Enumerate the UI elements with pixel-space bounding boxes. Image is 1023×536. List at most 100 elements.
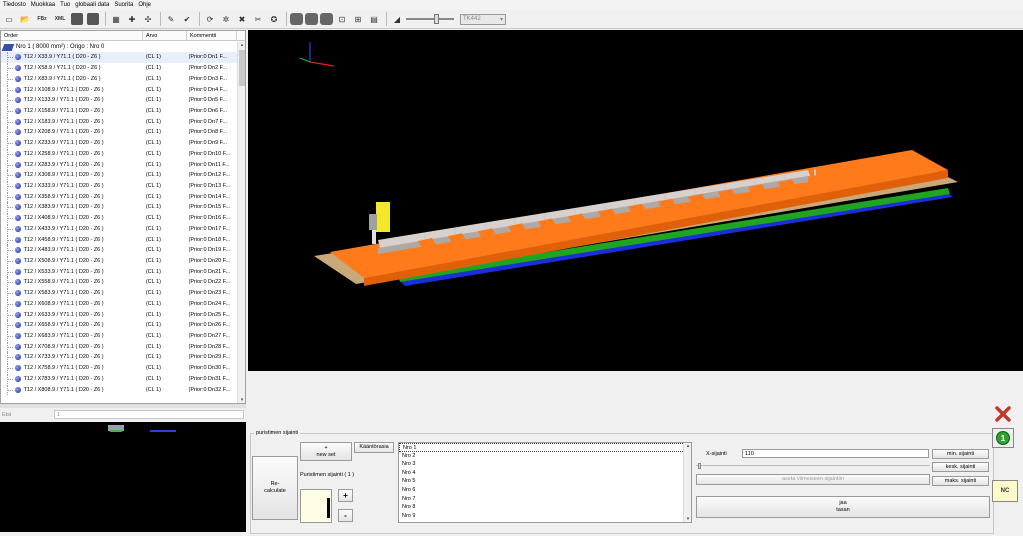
clamp-list-item[interactable]: Nro 8: [399, 503, 691, 512]
view-top-icon[interactable]: [320, 13, 333, 25]
tree-row[interactable]: T12 / X683.9 / Y71.1 ( D20 - Z6 ) (CL 1) (…: [1, 331, 237, 342]
cam-icon[interactable]: ✎: [164, 12, 178, 26]
tools-icon[interactable]: ✂: [251, 12, 265, 26]
tree-row[interactable]: T12 / X783.9 / Y71.1 ( D20 - Z6 ) (CL 1) (…: [1, 373, 237, 385]
header-order[interactable]: Order: [1, 31, 143, 40]
grid-icon[interactable]: ▦: [109, 12, 123, 26]
tree-row[interactable]: T12 / X808.9 / Y71.1 ( D20 - Z6 ) (CL 1) (…: [1, 384, 237, 395]
decrement-button[interactable]: -: [338, 509, 353, 522]
slider-knob[interactable]: [698, 463, 701, 469]
nc-export-button[interactable]: NC: [992, 480, 1018, 502]
menu-ohje[interactable]: Ohje: [138, 2, 151, 8]
tree-row[interactable]: T12 / X733.9 / Y71.1 ( D20 - Z6 ) (CL 1) (…: [1, 352, 237, 363]
view-front-icon[interactable]: [290, 13, 303, 25]
increment-button[interactable]: +: [338, 489, 353, 502]
clamp-list-item[interactable]: Nro 6: [399, 486, 691, 495]
save-as-icon[interactable]: [87, 13, 99, 25]
open-folder-icon[interactable]: 📂: [18, 12, 32, 26]
menu-suorita[interactable]: Suorita: [114, 2, 133, 8]
distribute-evenly-button[interactable]: jaa tasan: [696, 496, 990, 518]
tree-row[interactable]: T12 / X383.9 / Y71.1 ( D20 - Z6 ) (CL 1) (…: [1, 202, 237, 213]
clamp-list-item[interactable]: Nro 1: [399, 443, 691, 452]
zoom-slider[interactable]: [406, 12, 454, 26]
tree-row[interactable]: T12 / X508.9 / Y71.1 ( D20 - Z6 ) (CL 1) (…: [1, 256, 237, 267]
scroll-up-icon[interactable]: ▴: [238, 42, 245, 49]
tree-row[interactable]: T12 / X133.9 / Y71.1 ( D20 - Z6 ) (CL 1) (…: [1, 95, 237, 106]
tree-row[interactable]: T12 / X258.9 / Y71.1 ( D20 - Z6 ) (CL 1) (…: [1, 148, 237, 159]
zoom-window-icon[interactable]: ⊞: [351, 12, 365, 26]
new-set-button[interactable]: + new set: [300, 442, 352, 461]
fbz-button[interactable]: FBz: [34, 12, 50, 26]
tree-row[interactable]: T12 / X333.9 / Y71.1 ( D20 - Z6 ) (CL 1) (…: [1, 180, 237, 192]
tree-row[interactable]: T12 / X233.9 / Y71.1 ( D20 - Z6 ) (CL 1) (…: [1, 138, 237, 149]
set-last-position-button[interactable]: aseta viimeiseen sijaintiin: [696, 474, 930, 485]
clamp-list-item[interactable]: Nro 2: [399, 452, 691, 461]
clamp-list-item[interactable]: Nro 9: [399, 512, 691, 521]
tree-row[interactable]: T12 / X208.9 / Y71.1 ( D20 - Z6 ) (CL 1) (…: [1, 127, 237, 138]
tree-row[interactable]: T12 / X83.9 / Y71.1 ( D20 - Z6 ) (CL 1) (P…: [1, 73, 237, 84]
tree-row[interactable]: T12 / X483.9 / Y71.1 ( D20 - Z6 ) (CL 1) (…: [1, 245, 237, 256]
zoom-fit-icon[interactable]: ⊡: [335, 12, 349, 26]
check-icon[interactable]: ✔: [180, 12, 194, 26]
delete-icon[interactable]: ✖: [235, 12, 249, 26]
clamp-list-item[interactable]: Nro 5: [399, 477, 691, 486]
scroll-down-icon[interactable]: ▾: [238, 397, 245, 403]
clamp-list-item[interactable]: Nro 7: [399, 495, 691, 504]
scroll-up-icon[interactable]: ▴: [684, 443, 691, 449]
highlight-icon[interactable]: ✪: [267, 12, 281, 26]
status-badge[interactable]: 1: [992, 428, 1014, 448]
tree-row[interactable]: T12 / X708.9 / Y71.1 ( D20 - Z6 ) (CL 1) (…: [1, 341, 237, 352]
tree-row[interactable]: T12 / X158.9 / Y71.1 ( D20 - Z6 ) (CL 1) (…: [1, 105, 237, 117]
settings-icon[interactable]: ✲: [219, 12, 233, 26]
close-icon[interactable]: [992, 404, 1014, 424]
max-position-button[interactable]: maks. sijainti: [932, 476, 989, 486]
scroll-thumb[interactable]: [239, 50, 245, 86]
tree-row[interactable]: T12 / X658.9 / Y71.1 ( D20 - Z6 ) (CL 1) (…: [1, 320, 237, 331]
tree-row[interactable]: T12 / X33.9 / Y71.1 ( D20 - Z6 ) (CL 1) (P…: [1, 52, 237, 63]
x-position-input[interactable]: 110: [742, 449, 929, 458]
tree-row[interactable]: T12 / X358.9 / Y71.1 ( D20 - Z6 ) (CL 1) (…: [1, 191, 237, 202]
move-point-icon[interactable]: ✣: [141, 12, 155, 26]
save-icon[interactable]: [71, 13, 83, 25]
3d-view[interactable]: [248, 30, 1023, 371]
tree-root[interactable]: Nro 1 ( 8000 mm²) : Origo : Nro 0: [1, 42, 237, 52]
tree-hscroll[interactable]: [0, 404, 246, 408]
order-tree[interactable]: Order Arvo Kommentti Nro 1 ( 8000 mm²) :…: [0, 30, 246, 404]
tree-row[interactable]: T12 / X458.9 / Y71.1 ( D20 - Z6 ) (CL 1) (…: [1, 234, 237, 245]
tree-row[interactable]: T12 / X283.9 / Y71.1 ( D20 - Z6 ) (CL 1) (…: [1, 159, 237, 170]
menu-muokkaa[interactable]: Muokkaa: [31, 2, 55, 8]
add-point-icon[interactable]: ✚: [125, 12, 139, 26]
x-position-slider[interactable]: [696, 463, 930, 469]
tree-row[interactable]: T12 / X58.9 / Y71.1 ( D20 - Z6 ) (CL 1) (P…: [1, 63, 237, 74]
rotate-icon[interactable]: ⟳: [203, 12, 217, 26]
export-icon[interactable]: ▤: [367, 12, 381, 26]
menu-tiedosto[interactable]: Tiedosto: [3, 2, 26, 8]
tree-row[interactable]: T12 / X608.9 / Y71.1 ( D20 - Z6 ) (CL 1) (…: [1, 298, 237, 310]
header-arvo[interactable]: Arvo: [143, 31, 187, 40]
profile-icon[interactable]: ◢: [390, 12, 404, 26]
tree-row[interactable]: T12 / X633.9 / Y71.1 ( D20 - Z6 ) (CL 1) (…: [1, 309, 237, 320]
tree-row[interactable]: T12 / X108.9 / Y71.1 ( D20 - Z6 ) (CL 1) (…: [1, 84, 237, 95]
menu-globaali-data[interactable]: globaali data: [75, 2, 109, 8]
tree-row[interactable]: T12 / X308.9 / Y71.1 ( D20 - Z6 ) (CL 1) (…: [1, 170, 237, 181]
clamp-list-item[interactable]: Nro 4: [399, 469, 691, 478]
tree-row[interactable]: T12 / X558.9 / Y71.1 ( D20 - Z6 ) (CL 1) (…: [1, 277, 237, 288]
tree-scrollbar[interactable]: ▴ ▾: [237, 42, 245, 403]
recalculate-button[interactable]: Re- calculate: [252, 456, 298, 520]
tree-row[interactable]: T12 / X408.9 / Y71.1 ( D20 - Z6 ) (CL 1) (…: [1, 213, 237, 224]
machine-select[interactable]: TK442 ▾: [460, 13, 506, 25]
clamp-list[interactable]: Nro 1 Nro 2 Nro 3 Nro 4 Nro 5 Nro 6 Nro 7 Nro 8…: [398, 442, 692, 523]
tree-row[interactable]: T12 / X533.9 / Y71.1 ( D20 - Z6 ) (CL 1) (…: [1, 266, 237, 277]
new-file-icon[interactable]: ▭: [2, 12, 16, 26]
tree-row[interactable]: T12 / X583.9 / Y71.1 ( D20 - Z6 ) (CL 1) (…: [1, 288, 237, 299]
tree-row[interactable]: T12 / X433.9 / Y71.1 ( D20 - Z6 ) (CL 1) (…: [1, 223, 237, 235]
mid-position-button[interactable]: kesk. sijainti: [932, 462, 989, 472]
clamp-list-scrollbar[interactable]: ▴ ▾: [683, 443, 691, 522]
tree-row[interactable]: T12 / X183.9 / Y71.1 ( D20 - Z6 ) (CL 1) (…: [1, 116, 237, 127]
xml-button[interactable]: XML: [52, 12, 68, 26]
kaantorasia-button[interactable]: Kääntörasia: [354, 442, 394, 453]
slider-knob[interactable]: [434, 14, 439, 24]
scroll-down-icon[interactable]: ▾: [684, 516, 691, 522]
menu-tuo[interactable]: Tuo: [60, 2, 70, 8]
search-input[interactable]: [54, 410, 244, 419]
